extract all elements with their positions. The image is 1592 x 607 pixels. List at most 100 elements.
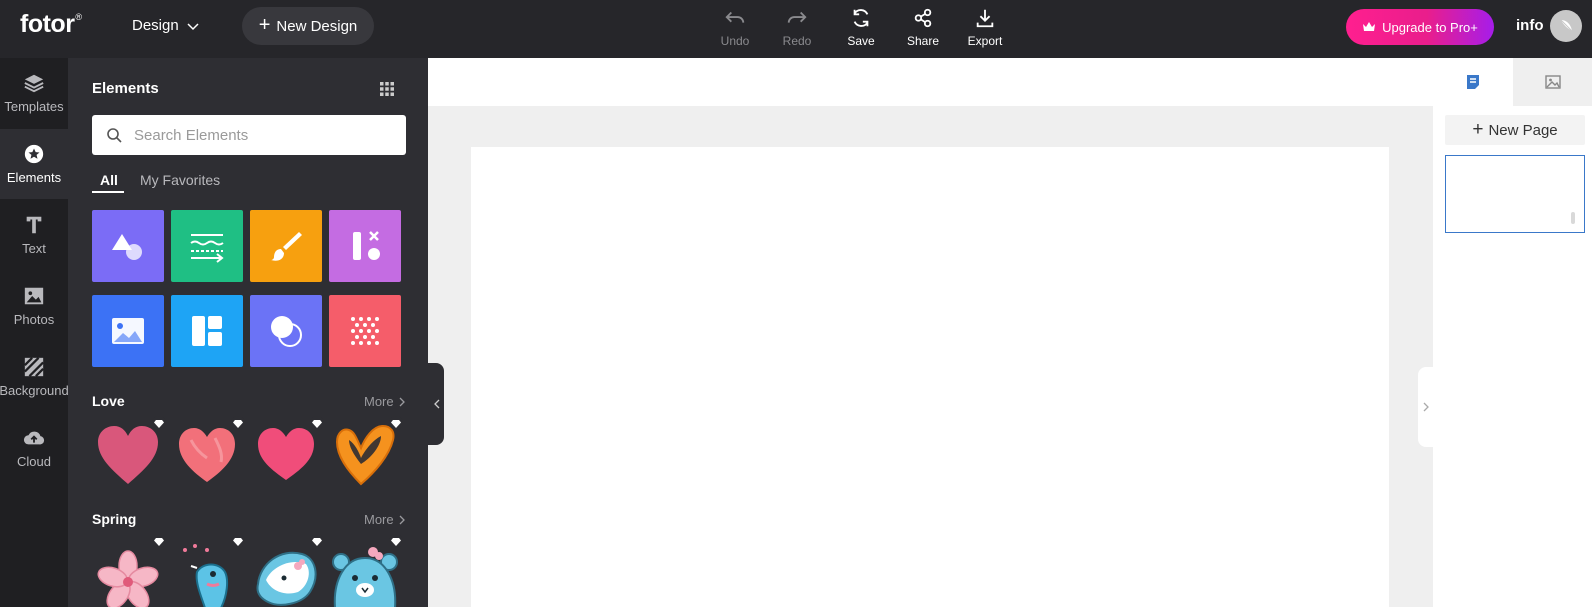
category-brush[interactable]: [250, 210, 322, 282]
tab-all[interactable]: All: [100, 172, 118, 188]
design-canvas[interactable]: [471, 147, 1389, 607]
undo-label: Undo: [720, 34, 750, 48]
category-lines[interactable]: [171, 210, 243, 282]
diamond-icon: [312, 419, 322, 428]
category-circles[interactable]: [250, 295, 322, 367]
sticker-heart-watercolor[interactable]: [171, 416, 245, 490]
premium-badge: [152, 534, 166, 548]
text-icon: [26, 216, 42, 234]
upgrade-label: Upgrade to Pro+: [1382, 19, 1478, 35]
user-name[interactable]: info: [1516, 17, 1544, 34]
plus-icon: +: [1472, 118, 1484, 140]
sidebar-item-label: Cloud: [17, 454, 51, 469]
undo-button[interactable]: Undo: [707, 7, 763, 49]
active-tab-underline: [92, 191, 124, 193]
avatar-feather-icon: [1560, 19, 1573, 32]
chevron-down-icon: [187, 22, 199, 30]
sticker-heart-pink[interactable]: [92, 416, 166, 490]
chevron-right-icon: [399, 397, 405, 406]
premium-badge: [389, 534, 403, 548]
layers-icon: [24, 74, 44, 93]
avatar[interactable]: [1550, 10, 1582, 42]
chevron-right-icon: [1423, 402, 1429, 412]
design-menu[interactable]: Design: [132, 17, 199, 34]
new-page-button[interactable]: + New Page: [1445, 115, 1585, 145]
sidebar-item-label: Background: [0, 383, 69, 398]
sidebar-item-photos[interactable]: Photos: [0, 271, 68, 341]
sync-save-icon: [853, 9, 869, 27]
upgrade-button[interactable]: Upgrade to Pro+: [1346, 9, 1494, 45]
sticker-sakura-flower[interactable]: [92, 534, 166, 607]
dots-pattern-icon: [351, 317, 379, 345]
bird-icon: [183, 544, 229, 607]
undo-icon: [725, 11, 745, 23]
sticker-heart-bright[interactable]: [250, 416, 324, 490]
premium-badge: [152, 416, 166, 430]
new-page-label: New Page: [1488, 121, 1558, 139]
sticker-cow[interactable]: [250, 534, 324, 607]
category-dots-pattern[interactable]: [329, 295, 401, 367]
page-thumbnail[interactable]: [1445, 155, 1585, 233]
export-label: Export: [967, 34, 1003, 48]
crown-icon: [1363, 22, 1376, 31]
elements-panel: Elements All My Favorites: [68, 58, 428, 607]
diamond-icon: [312, 537, 322, 546]
expand-right-panel-handle[interactable]: [1418, 367, 1434, 447]
tab-image[interactable]: [1513, 58, 1592, 106]
sidebar-item-label: Templates: [4, 99, 64, 114]
category-shape-crossed[interactable]: [329, 210, 401, 282]
fotor-logo[interactable]: fotor®: [20, 10, 82, 39]
sticker-heart-orange[interactable]: [329, 416, 403, 490]
download-icon: [976, 9, 994, 28]
search-input[interactable]: [134, 126, 394, 144]
diamond-icon: [233, 537, 243, 546]
export-button[interactable]: Export: [957, 7, 1013, 49]
sidebar-item-templates[interactable]: Templates: [0, 58, 68, 128]
tab-my-favorites[interactable]: My Favorites: [140, 172, 220, 188]
left-sidebar: Templates Elements Text Photos Backgroun…: [0, 58, 69, 607]
sticker-bear[interactable]: [329, 534, 403, 607]
collapse-panel-handle[interactable]: [428, 363, 444, 445]
bear-icon: [332, 547, 398, 607]
grid-view-icon[interactable]: [380, 82, 394, 96]
pages-panel: + New Page: [1433, 58, 1592, 607]
plus-icon: +: [258, 14, 271, 36]
grid-layout-icon: [192, 316, 222, 346]
sidebar-item-text[interactable]: Text: [0, 200, 68, 270]
design-menu-label: Design: [132, 17, 179, 34]
redo-button[interactable]: Redo: [769, 7, 825, 49]
diamond-icon: [391, 419, 401, 428]
new-design-label: New Design: [276, 17, 358, 35]
sticker-bird[interactable]: [171, 534, 245, 607]
sidebar-item-cloud[interactable]: Cloud: [0, 413, 68, 483]
diamond-icon: [391, 537, 401, 546]
premium-badge: [389, 416, 403, 430]
premium-badge: [310, 534, 324, 548]
more-spring-link[interactable]: More: [364, 512, 406, 527]
category-shapes[interactable]: [92, 210, 164, 282]
thumbnail-scrollbar[interactable]: [1571, 212, 1575, 224]
sidebar-item-label: Elements: [6, 170, 62, 185]
new-design-button[interactable]: + New Design: [242, 7, 374, 45]
category-grid-layout[interactable]: [171, 295, 243, 367]
shapes-icon: [112, 234, 142, 260]
premium-badge: [310, 416, 324, 430]
sidebar-item-label: Photos: [13, 312, 55, 327]
sidebar-item-elements[interactable]: Elements: [0, 129, 68, 199]
tab-pages[interactable]: [1433, 58, 1513, 106]
canvas-toolbar: [428, 58, 1433, 106]
more-label: More: [364, 512, 394, 527]
top-bar: fotor® Design + New Design Undo Redo Sav…: [0, 0, 1592, 58]
section-title-love: Love: [92, 393, 125, 409]
share-button[interactable]: Share: [895, 7, 951, 49]
search-box: [92, 115, 406, 155]
sidebar-item-label: Text: [22, 241, 46, 256]
save-button[interactable]: Save: [833, 7, 889, 49]
category-image[interactable]: [92, 295, 164, 367]
heart-bright-icon: [258, 428, 314, 480]
sidebar-item-background[interactable]: Background: [0, 342, 69, 412]
chevron-right-icon: [399, 515, 405, 524]
cow-icon: [256, 551, 317, 606]
lines-icon: [190, 234, 224, 263]
more-love-link[interactable]: More: [364, 394, 406, 409]
